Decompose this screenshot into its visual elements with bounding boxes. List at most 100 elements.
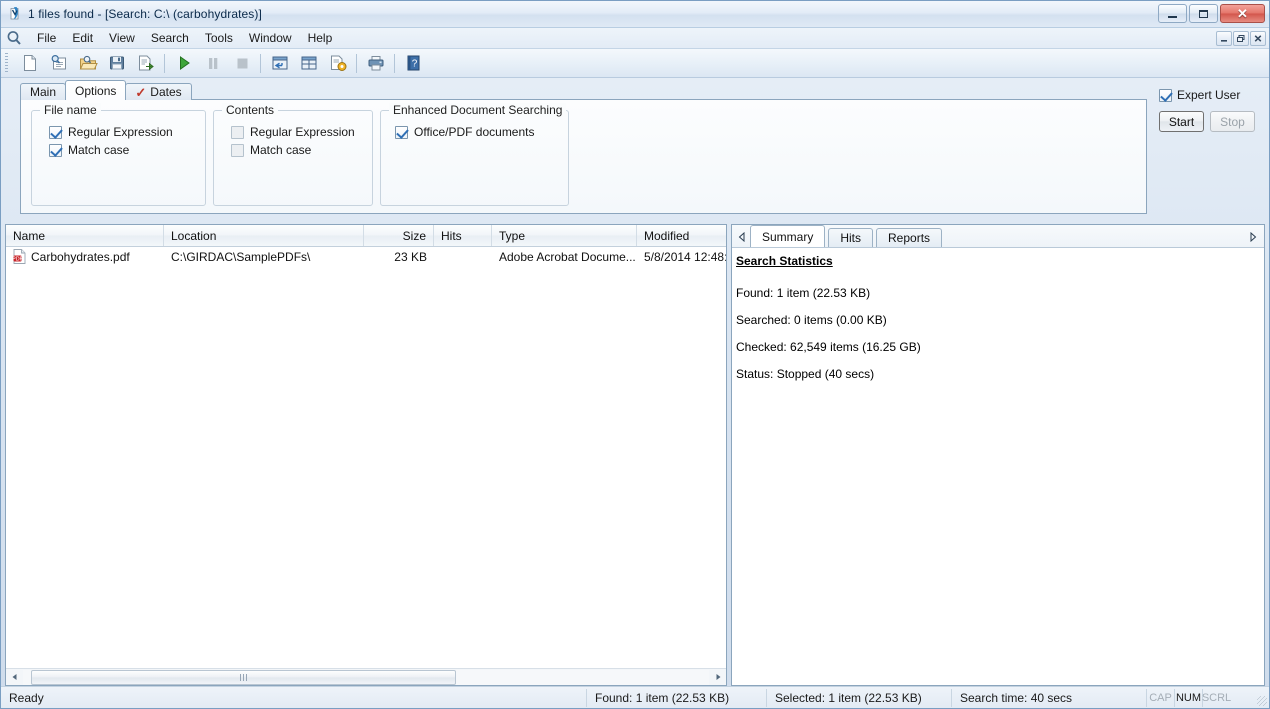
- checkbox-filename-regex[interactable]: Regular Expression: [49, 125, 205, 139]
- column-header-hits[interactable]: Hits: [434, 225, 492, 246]
- cell-location: C:\GIRDAC\SamplePDFs\: [171, 249, 311, 264]
- group-contents: Contents Regular Expression Match case: [213, 103, 373, 206]
- cell-type: Adobe Acrobat Docume...: [499, 249, 636, 264]
- tab-summary-label: Summary: [762, 229, 814, 244]
- column-header-name[interactable]: Name: [6, 225, 164, 246]
- tab-hits-label: Hits: [840, 231, 862, 245]
- close-button[interactable]: ✕: [1220, 4, 1265, 23]
- start-stop-buttons: Start Stop: [1159, 111, 1265, 132]
- content-area: Name Location Size Hits Type Modified PD…: [1, 224, 1269, 686]
- print-icon[interactable]: [361, 51, 390, 76]
- checkbox-office-pdf-label: Office/PDF documents: [414, 125, 535, 139]
- group-file-name-title: File name: [40, 103, 101, 117]
- status-found: Found: 1 item (22.53 KB): [586, 688, 766, 707]
- scroll-left-arrow-icon[interactable]: [6, 670, 23, 685]
- menu-item-file[interactable]: File: [29, 28, 64, 48]
- close-icon: ✕: [1237, 6, 1248, 21]
- column-header-location[interactable]: Location: [164, 225, 364, 246]
- toolbar-separator: [394, 53, 395, 73]
- file-list-body[interactable]: PDF Carbohydrates.pdf C:\GIRDAC\SamplePD…: [6, 247, 726, 668]
- menu-item-tools[interactable]: Tools: [197, 28, 241, 48]
- open-search-icon[interactable]: [44, 51, 73, 76]
- menu-item-help[interactable]: Help: [300, 28, 341, 48]
- group-enhanced-title: Enhanced Document Searching: [389, 103, 567, 117]
- tab-main[interactable]: Main: [20, 83, 67, 100]
- menu-item-window[interactable]: Window: [241, 28, 300, 48]
- load-folder-icon[interactable]: [73, 51, 102, 76]
- group-enhanced-document-searching: Enhanced Document Searching Office/PDF d…: [380, 103, 569, 206]
- checkbox-office-pdf-documents[interactable]: Office/PDF documents: [395, 125, 568, 139]
- scrollbar-thumb[interactable]: [31, 669, 456, 685]
- cell-modified: 5/8/2014 12:48:5: [644, 249, 726, 264]
- checkbox-contents-matchcase-label: Match case: [250, 143, 312, 157]
- mdi-restore-button[interactable]: [1233, 31, 1249, 46]
- search-document-icon: [7, 6, 23, 22]
- svg-text:PDF: PDF: [13, 257, 24, 263]
- start-search-icon[interactable]: [169, 51, 198, 76]
- stop-search-icon[interactable]: [227, 51, 256, 76]
- tab-scroll-right-icon[interactable]: [1244, 226, 1260, 247]
- toolbar-separator: [356, 53, 357, 73]
- column-header-size[interactable]: Size: [364, 225, 434, 246]
- details-pane: Summary Hits Reports Search Statistics F…: [731, 224, 1265, 686]
- status-ready: Ready: [9, 690, 44, 705]
- status-search-time: Search time: 40 secs: [951, 688, 1146, 707]
- cell-size: 23 KB: [394, 249, 427, 264]
- save-icon[interactable]: [102, 51, 131, 76]
- column-header-type[interactable]: Type: [492, 225, 637, 246]
- window-split-icon[interactable]: [294, 51, 323, 76]
- toolbar-separator: [164, 53, 165, 73]
- start-button[interactable]: Start: [1159, 111, 1204, 132]
- checkbox-contents-matchcase[interactable]: Match case: [231, 143, 372, 157]
- file-list-header: Name Location Size Hits Type Modified: [6, 225, 726, 247]
- checkbox-filename-regex-label: Regular Expression: [68, 125, 173, 139]
- options-tab-panel: File name Regular Expression Match case …: [20, 99, 1147, 214]
- table-row[interactable]: PDF Carbohydrates.pdf C:\GIRDAC\SamplePD…: [6, 247, 726, 266]
- minimize-button[interactable]: [1158, 4, 1187, 23]
- help-icon[interactable]: ?: [399, 51, 428, 76]
- checkmark-icon: ✓: [135, 84, 147, 100]
- tab-summary[interactable]: Summary: [750, 225, 826, 247]
- checkbox-filename-matchcase[interactable]: Match case: [49, 143, 205, 157]
- scroll-right-arrow-icon[interactable]: [709, 670, 726, 685]
- new-search-icon[interactable]: [15, 51, 44, 76]
- svg-text:?: ?: [411, 59, 417, 70]
- checkbox-expert-user[interactable]: Expert User: [1159, 88, 1265, 102]
- stat-status: Status: Stopped (40 secs): [736, 367, 875, 381]
- export-icon[interactable]: [131, 51, 160, 76]
- search-statistics-heading: Search Statistics: [736, 254, 833, 268]
- search-controls-pane: Expert User Start Stop: [1147, 80, 1265, 216]
- window-controls: ✕: [1158, 4, 1265, 23]
- pdf-file-icon: PDF: [12, 249, 26, 264]
- minimize-icon: [1168, 15, 1177, 18]
- status-selected: Selected: 1 item (22.53 KB): [766, 688, 951, 707]
- tab-scroll-left-icon[interactable]: [734, 226, 750, 247]
- maximize-button[interactable]: [1189, 4, 1218, 23]
- search-tabstrip: Main Options ✓ Dates: [20, 80, 192, 100]
- tab-dates[interactable]: ✓ Dates: [125, 83, 192, 100]
- menu-item-edit[interactable]: Edit: [64, 28, 101, 48]
- checkbox-contents-regex[interactable]: Regular Expression: [231, 125, 372, 139]
- toolbar: ?: [1, 49, 1269, 78]
- tab-options[interactable]: Options: [65, 80, 127, 100]
- menu-bar: File Edit View Search Tools Window Help: [1, 28, 1269, 49]
- checkbox-icon: [231, 143, 244, 157]
- window-arrange-icon[interactable]: [265, 51, 294, 76]
- scrollbar-track[interactable]: [23, 669, 709, 685]
- file-list-horizontal-scrollbar[interactable]: [6, 668, 726, 685]
- checkbox-filename-matchcase-label: Match case: [68, 143, 130, 157]
- mdi-window-controls: [1216, 31, 1266, 46]
- group-contents-title: Contents: [222, 103, 279, 117]
- indicator-caps-lock: CAP: [1146, 688, 1174, 707]
- mdi-close-button[interactable]: [1250, 31, 1266, 46]
- resize-grip-icon[interactable]: [1257, 696, 1267, 706]
- menu-item-search[interactable]: Search: [143, 28, 197, 48]
- toolbar-separator: [260, 53, 261, 73]
- menu-item-view[interactable]: View: [101, 28, 143, 48]
- tab-reports[interactable]: Reports: [876, 228, 943, 247]
- column-header-modified[interactable]: Modified: [637, 225, 726, 246]
- mdi-minimize-button[interactable]: [1216, 31, 1232, 46]
- pause-search-icon[interactable]: [198, 51, 227, 76]
- tab-hits[interactable]: Hits: [828, 228, 874, 247]
- report-settings-icon[interactable]: [323, 51, 352, 76]
